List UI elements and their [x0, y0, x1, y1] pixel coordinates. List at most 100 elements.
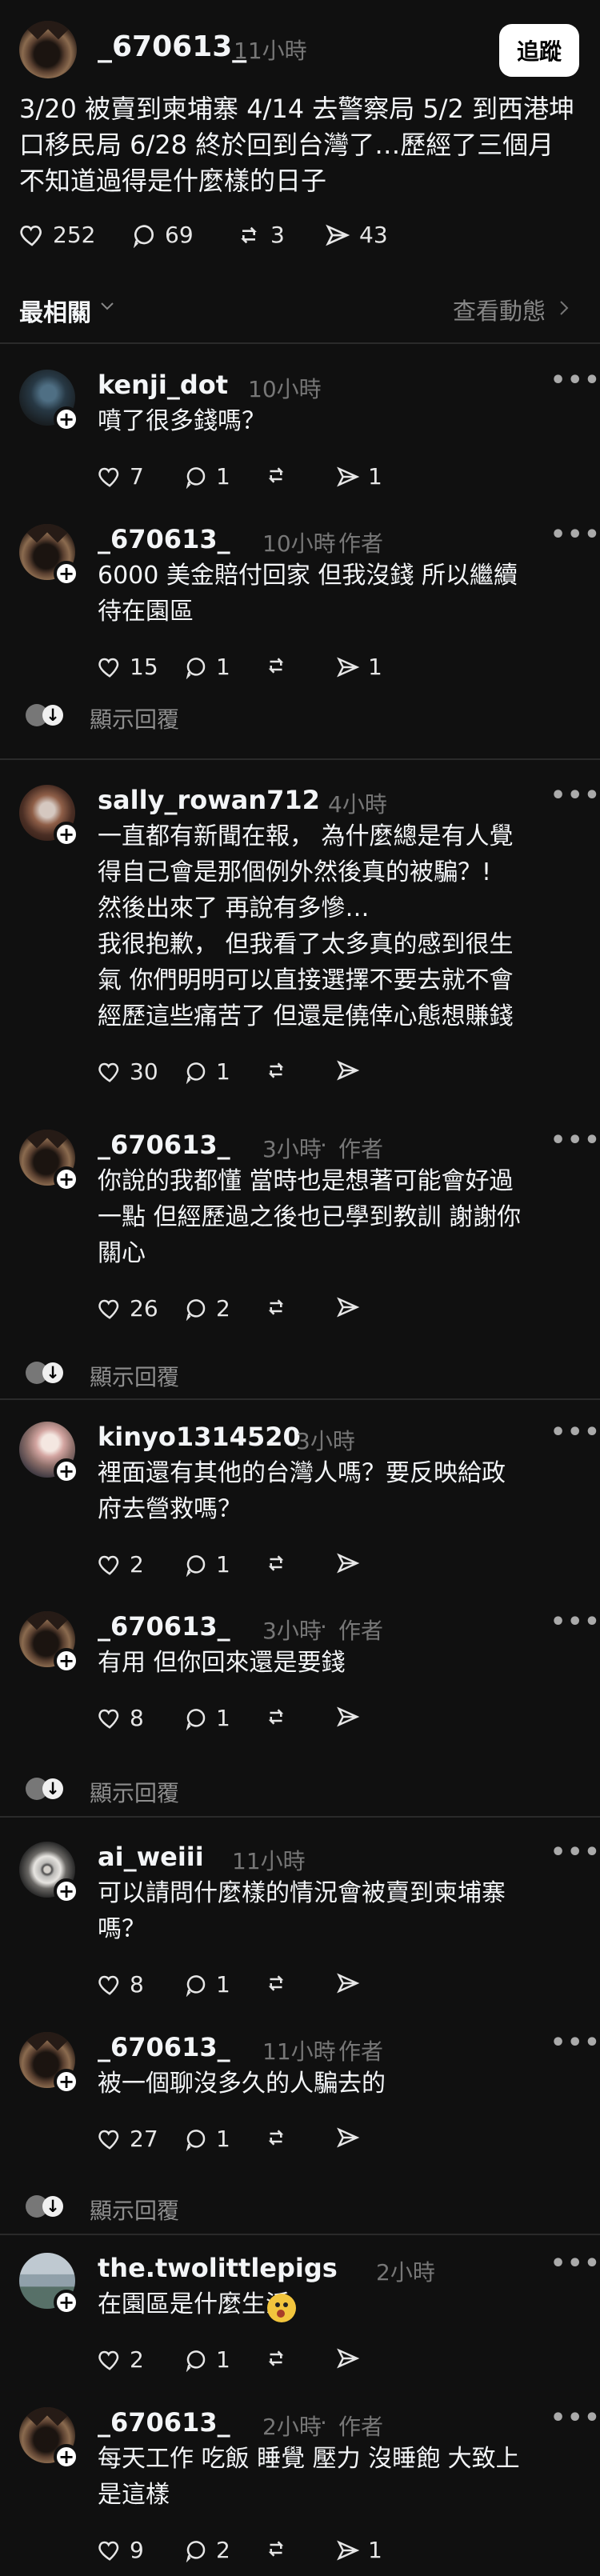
- comment-button[interactable]: 1: [184, 2346, 230, 2373]
- comment-username[interactable]: sally_rowan712: [98, 785, 320, 815]
- repost-button[interactable]: [264, 2346, 296, 2370]
- reply-text-line: 是這樣: [98, 2481, 170, 2509]
- post-comment-button[interactable]: 69: [131, 222, 194, 248]
- post-repost-button[interactable]: 3: [235, 222, 285, 248]
- reply-follow-plus[interactable]: +: [54, 2069, 79, 2094]
- share-button[interactable]: [336, 2126, 368, 2150]
- comment-follow-plus[interactable]: +: [54, 1878, 79, 1904]
- more-icon[interactable]: •••: [550, 2404, 600, 2432]
- follow-button[interactable]: 追蹤: [499, 24, 579, 77]
- reply-follow-plus[interactable]: +: [54, 561, 79, 586]
- comment-button[interactable]: 1: [184, 1058, 230, 1085]
- more-icon[interactable]: •••: [550, 782, 600, 810]
- more-icon[interactable]: •••: [550, 1608, 600, 1636]
- share-button[interactable]: [336, 1295, 368, 1319]
- comment-follow-plus[interactable]: +: [54, 406, 79, 432]
- reply-follow-plus[interactable]: +: [54, 2444, 79, 2470]
- show-replies-link[interactable]: 顯示回覆: [90, 702, 179, 734]
- post-time: 11小時: [234, 38, 307, 64]
- repost-button[interactable]: [264, 1058, 296, 1082]
- repost-button[interactable]: [264, 2126, 296, 2150]
- comment-button[interactable]: 1: [184, 654, 230, 680]
- heart-button[interactable]: 2: [98, 1551, 144, 1578]
- repost-button[interactable]: [264, 2537, 296, 2561]
- share-button[interactable]: [336, 1551, 368, 1575]
- comment-follow-plus[interactable]: +: [54, 2290, 79, 2315]
- heart-button[interactable]: 8: [98, 1705, 144, 1731]
- share-button[interactable]: [336, 1705, 368, 1729]
- heart-count: 7: [130, 463, 144, 490]
- comment-button[interactable]: 2: [184, 1295, 230, 1322]
- heart-button[interactable]: 27: [98, 2126, 158, 2152]
- repost-button[interactable]: [264, 463, 296, 487]
- show-replies-link[interactable]: 顯示回覆: [90, 1360, 179, 1392]
- reply-text-line: 一點 但經歷過之後也已學到教訓 謝謝你: [98, 1203, 522, 1231]
- comment-icon: [186, 2540, 206, 2562]
- heart-icon: [98, 1299, 119, 1319]
- comment-button[interactable]: 1: [184, 1551, 230, 1578]
- share-icon: [337, 1553, 360, 1574]
- heart-button[interactable]: 9: [98, 2537, 144, 2563]
- comment-follow-plus[interactable]: +: [54, 822, 79, 847]
- share-button[interactable]: 1: [336, 654, 382, 680]
- comment-username[interactable]: the.twolittlepigs: [98, 2253, 338, 2283]
- heart-button[interactable]: 7: [98, 463, 144, 490]
- more-icon[interactable]: •••: [550, 1126, 600, 1154]
- comment-text-line: 嗎？: [98, 1915, 146, 1943]
- comment-follow-plus[interactable]: +: [54, 1458, 79, 1484]
- show-replies-link[interactable]: 顯示回覆: [90, 2194, 179, 2226]
- comment-username[interactable]: kenji_dot: [98, 370, 228, 400]
- comment-button[interactable]: 1: [184, 2126, 230, 2152]
- heart-icon: [98, 2350, 119, 2370]
- comment-button[interactable]: 1: [184, 1971, 230, 1998]
- comment-username[interactable]: kinyo1314520: [98, 1422, 301, 1452]
- share-button[interactable]: 1: [336, 463, 382, 490]
- heart-button[interactable]: 15: [98, 654, 158, 680]
- repost-button[interactable]: [264, 1295, 296, 1319]
- view-activity-link[interactable]: 查看動態: [453, 293, 546, 326]
- reply-username[interactable]: _670613_: [98, 524, 230, 554]
- heart-button[interactable]: 26: [98, 1295, 158, 1322]
- share-button[interactable]: [336, 1971, 368, 1995]
- chevron-right-icon[interactable]: [558, 299, 570, 317]
- more-icon[interactable]: •••: [550, 1838, 600, 1866]
- share-button[interactable]: [336, 1058, 368, 1082]
- share-button[interactable]: 1: [336, 2537, 382, 2563]
- more-icon[interactable]: •••: [550, 366, 600, 394]
- more-icon[interactable]: •••: [550, 521, 600, 549]
- heart-button[interactable]: 30: [98, 1058, 158, 1085]
- reply-username[interactable]: _670613_: [98, 1130, 230, 1160]
- post-username[interactable]: _670613_: [98, 30, 246, 63]
- more-icon[interactable]: •••: [550, 2250, 600, 2278]
- comment-button[interactable]: 1: [184, 463, 230, 490]
- chevron-down-icon[interactable]: [99, 301, 115, 312]
- repost-button[interactable]: [264, 1705, 296, 1729]
- reply-username[interactable]: _670613_: [98, 2407, 230, 2438]
- reply-username[interactable]: _670613_: [98, 2032, 230, 2062]
- post-avatar[interactable]: [19, 21, 77, 78]
- sort-label[interactable]: 最相關: [19, 293, 91, 328]
- comment-button[interactable]: 1: [184, 1705, 230, 1731]
- post-share-button[interactable]: 43: [324, 222, 388, 248]
- show-replies-link[interactable]: 顯示回覆: [90, 1776, 179, 1808]
- heart-count: 8: [130, 1705, 144, 1731]
- comment-count: 1: [216, 1058, 230, 1085]
- more-icon[interactable]: •••: [550, 2029, 600, 2057]
- heart-count: 26: [130, 1295, 158, 1322]
- repost-icon: [268, 658, 284, 674]
- share-button[interactable]: [336, 2346, 368, 2370]
- more-icon[interactable]: •••: [550, 1418, 600, 1446]
- reply-follow-plus[interactable]: +: [54, 1166, 79, 1192]
- heart-button[interactable]: 2: [98, 2346, 144, 2373]
- reply-username[interactable]: _670613_: [98, 1611, 230, 1642]
- post-like-button[interactable]: 252: [19, 222, 95, 248]
- repost-button[interactable]: [264, 1551, 296, 1575]
- repost-button[interactable]: [264, 654, 296, 678]
- repost-button[interactable]: [264, 1971, 296, 1995]
- heart-button[interactable]: 8: [98, 1971, 144, 1998]
- comment-username[interactable]: ai_weiii: [98, 1842, 204, 1872]
- comment-button[interactable]: 2: [184, 2537, 230, 2563]
- reply-follow-plus[interactable]: +: [54, 1648, 79, 1674]
- repost-icon: [268, 2350, 284, 2366]
- heart-icon: [98, 467, 119, 487]
